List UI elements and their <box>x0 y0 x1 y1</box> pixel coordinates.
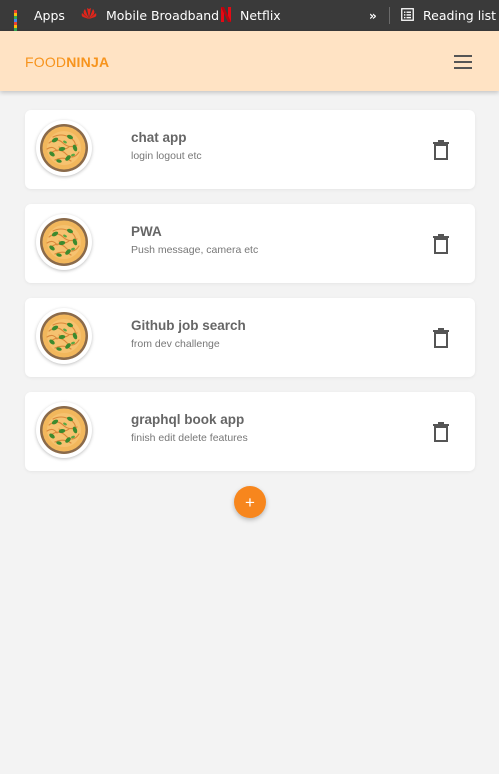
recipe-card: Github job search from dev challenge <box>25 298 475 377</box>
recipe-description: login logout etc <box>131 150 202 162</box>
reading-list-label: Reading list <box>423 8 497 23</box>
netflix-icon <box>221 6 231 25</box>
app-header: FOODNINJA <box>0 31 499 91</box>
trash-icon[interactable] <box>431 139 451 161</box>
bookmark-apps[interactable]: Apps <box>14 0 65 37</box>
brand-light-text: FOOD <box>25 54 67 70</box>
recipe-title: chat app <box>131 130 187 145</box>
trash-icon[interactable] <box>431 233 451 255</box>
pasta-dish-icon <box>36 214 92 270</box>
bookmark-mobile-broadband-label: Mobile Broadband <box>106 8 220 23</box>
bookmarks-bar: Apps Mobile Broadband Netflix » Reading … <box>0 0 499 37</box>
recipe-title: Github job search <box>131 318 246 333</box>
pasta-dish-icon <box>36 308 92 364</box>
brand-bold-text: NINJA <box>66 54 110 70</box>
bookmark-netflix[interactable]: Netflix <box>221 0 281 31</box>
chevron-double-right-icon: » <box>369 8 377 23</box>
recipe-card: graphql book app finish edit delete feat… <box>25 392 475 471</box>
recipe-description: finish edit delete features <box>131 432 248 444</box>
pasta-dish-icon <box>36 402 92 458</box>
trash-icon[interactable] <box>431 327 451 349</box>
add-recipe-button[interactable]: + <box>234 486 266 518</box>
more-bookmarks-button[interactable]: » <box>369 0 377 31</box>
bookmark-mobile-broadband[interactable]: Mobile Broadband <box>81 0 219 31</box>
bookmark-apps-label: Apps <box>34 8 65 23</box>
trash-icon[interactable] <box>431 421 451 443</box>
plus-icon: + <box>245 492 255 512</box>
recipe-title: PWA <box>131 224 162 239</box>
recipe-card: PWA Push message, camera etc <box>25 204 475 283</box>
recipe-description: from dev challenge <box>131 338 220 350</box>
recipe-card: chat app login logout etc <box>25 110 475 189</box>
reading-list-icon <box>401 7 414 24</box>
bookmarks-divider <box>389 7 390 24</box>
huawei-icon <box>81 8 97 23</box>
recipe-title: graphql book app <box>131 412 245 427</box>
hamburger-menu-icon[interactable] <box>454 55 472 69</box>
recipe-description: Push message, camera etc <box>131 244 259 256</box>
brand-logo[interactable]: FOODNINJA <box>25 31 109 91</box>
pasta-dish-icon <box>36 120 92 176</box>
apps-grid-icon <box>14 10 25 37</box>
bookmark-netflix-label: Netflix <box>240 8 281 23</box>
reading-list-button[interactable]: Reading list <box>401 0 496 31</box>
